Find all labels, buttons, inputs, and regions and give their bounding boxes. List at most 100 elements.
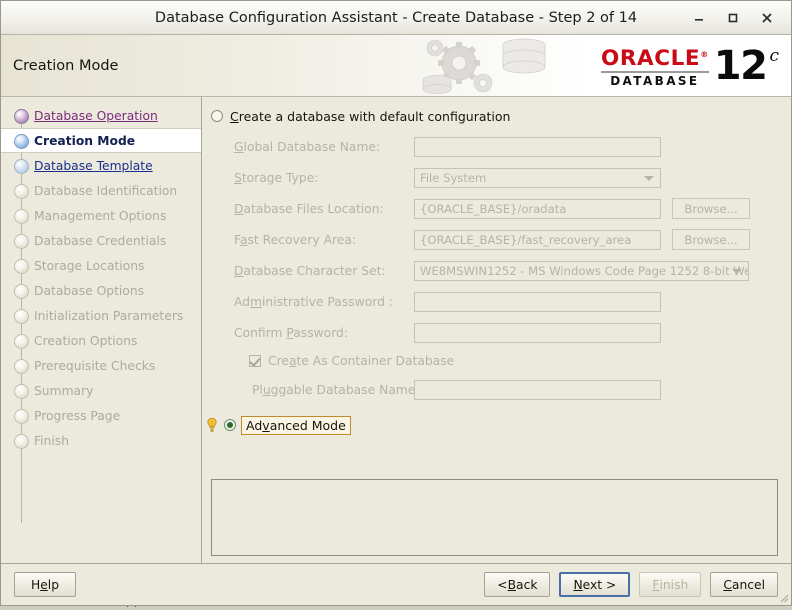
sidebar-item-creation-mode[interactable]: Creation Mode [1,128,201,153]
step-bullet-icon [14,284,29,299]
radio-indicator-icon [211,110,223,122]
fast-recovery-area-label: Fast Recovery Area: [234,233,414,247]
sidebar-item-label: Management Options [34,209,166,223]
sidebar-item-database-template[interactable]: Database Template [1,153,201,178]
chevron-down-icon [732,269,742,274]
pluggable-database-name-input[interactable] [414,380,661,400]
radio-create-default-configuration[interactable]: Create a database with default configura… [211,106,778,126]
pluggable-database-name-label: Pluggable Database Name: [252,383,414,397]
help-button[interactable]: Help [14,572,76,597]
dialog-window: Database Configuration Assistant - Creat… [0,0,792,606]
step-bullet-icon [14,384,29,399]
dialog-footer: Help < Back Next > Finish Cancel [1,563,791,605]
radio-indicator-icon [224,419,236,431]
checkbox-indicator-icon [249,355,261,367]
field-row-pluggable-database-name: Pluggable Database Name: [234,374,778,405]
administrative-password-input[interactable] [414,292,661,312]
advanced-mode-focus-ring: Advanced Mode [241,416,351,435]
main-content: Create a database with default configura… [202,97,791,563]
version-suffix: c [769,46,779,66]
next-button[interactable]: Next > [559,572,630,597]
sidebar-item-label: Database Identification [34,184,177,198]
sidebar-item-database-operation[interactable]: Database Operation [1,103,201,128]
window-controls [691,10,791,26]
branding-banner: Creation Mode [1,35,791,97]
title-bar: Database Configuration Assistant - Creat… [1,1,791,35]
radio-advanced-mode[interactable]: Advanced Mode [205,415,778,435]
step-bullet-icon [14,309,29,324]
screen-root: dbconsol supported dbconsol Database Con… [0,0,792,610]
registered-trademark-icon: ® [700,50,709,59]
sidebar-item-label: Database Operation [34,109,158,123]
sidebar-item-label: Prerequisite Checks [34,359,155,373]
finish-button: Finish [639,572,701,597]
database-character-set-select[interactable]: WE8MSWIN1252 - MS Windows Code Page 1252… [414,261,749,281]
global-database-name-input[interactable] [414,137,661,157]
back-button[interactable]: < Back [484,572,550,597]
administrative-password-label: Administrative Password : [234,295,414,309]
sidebar-item-label: Finish [34,434,69,448]
navigation-button-group: < Back Next > Finish Cancel [484,572,778,597]
global-database-name-label: Global Database Name: [234,140,414,154]
checkbox-label: Create As Container Database [268,354,454,368]
sidebar-item-label: Progress Page [34,409,120,423]
sidebar-item-label: Initialization Parameters [34,309,183,323]
step-bullet-icon [14,134,29,149]
step-bullet-icon [14,409,29,424]
resize-grip-icon[interactable] [777,591,789,603]
step-bullet-icon [14,434,29,449]
oracle-product-name: DATABASE [610,74,699,88]
database-files-location-input[interactable]: {ORACLE_BASE}/oradata [414,199,661,219]
oracle-brand-name: ORACLE® [601,44,709,70]
sidebar-item-label: Database Credentials [34,234,166,248]
database-files-location-label: Database Files Location: [234,202,414,216]
version-number: 12 [714,46,767,86]
sidebar-item-management-options: Management Options [1,203,201,228]
cancel-button[interactable]: Cancel [710,572,778,597]
confirm-password-label: Confirm Password: [234,326,414,340]
close-icon[interactable] [759,10,775,26]
default-configuration-form: Global Database Name: Storage Type: File… [211,131,778,405]
maximize-icon[interactable] [725,10,741,26]
chevron-down-icon [644,176,654,181]
sidebar-item-progress-page: Progress Page [1,403,201,428]
window-body: Database Operation Creation Mode Databas… [1,97,791,563]
sidebar-item-summary: Summary [1,378,201,403]
storage-type-select[interactable]: File System [414,168,661,188]
fast-recovery-area-browse-button[interactable]: Browse... [672,229,750,250]
field-row-global-database-name: Global Database Name: [234,131,778,162]
step-bullet-icon [14,109,29,124]
radio-label: Create a database with default configura… [230,109,510,124]
step-bullet-icon [14,359,29,374]
checkbox-create-as-container-database[interactable]: Create As Container Database [249,348,778,374]
lightbulb-icon [205,417,219,433]
sidebar-item-database-credentials: Database Credentials [1,228,201,253]
step-bullet-icon [14,259,29,274]
step-bullet-icon [14,209,29,224]
sidebar-item-storage-locations: Storage Locations [1,253,201,278]
oracle-wordmark: ORACLE® DATABASE [601,44,709,88]
step-bullet-icon [14,184,29,199]
step-bullet-icon [14,334,29,349]
field-row-confirm-password: Confirm Password: [234,317,778,348]
storage-type-value: File System [420,171,486,185]
storage-type-label: Storage Type: [234,171,414,185]
sidebar-item-label: Database Options [34,284,144,298]
step-bullet-icon [14,159,29,174]
wizard-steps-sidebar: Database Operation Creation Mode Databas… [1,97,202,563]
field-row-database-files-location: Database Files Location: {ORACLE_BASE}/o… [234,193,778,224]
page-title: Creation Mode [1,58,118,74]
database-character-set-label: Database Character Set: [234,264,414,278]
fast-recovery-area-input[interactable]: {ORACLE_BASE}/fast_recovery_area [414,230,661,250]
confirm-password-input[interactable] [414,323,661,343]
database-character-set-value: WE8MSWIN1252 - MS Windows Code Page 1252… [420,264,749,278]
database-files-location-browse-button[interactable]: Browse... [672,198,750,219]
minimize-icon[interactable] [691,10,707,26]
sidebar-item-prerequisite-checks: Prerequisite Checks [1,353,201,378]
message-panel [211,479,778,556]
sidebar-item-label: Summary [34,384,93,398]
field-row-fast-recovery-area: Fast Recovery Area: {ORACLE_BASE}/fast_r… [234,224,778,255]
oracle-logo: ORACLE® DATABASE 12 c [599,40,779,92]
sidebar-item-label: Creation Options [34,334,137,348]
gears-and-database-artwork [421,35,596,96]
